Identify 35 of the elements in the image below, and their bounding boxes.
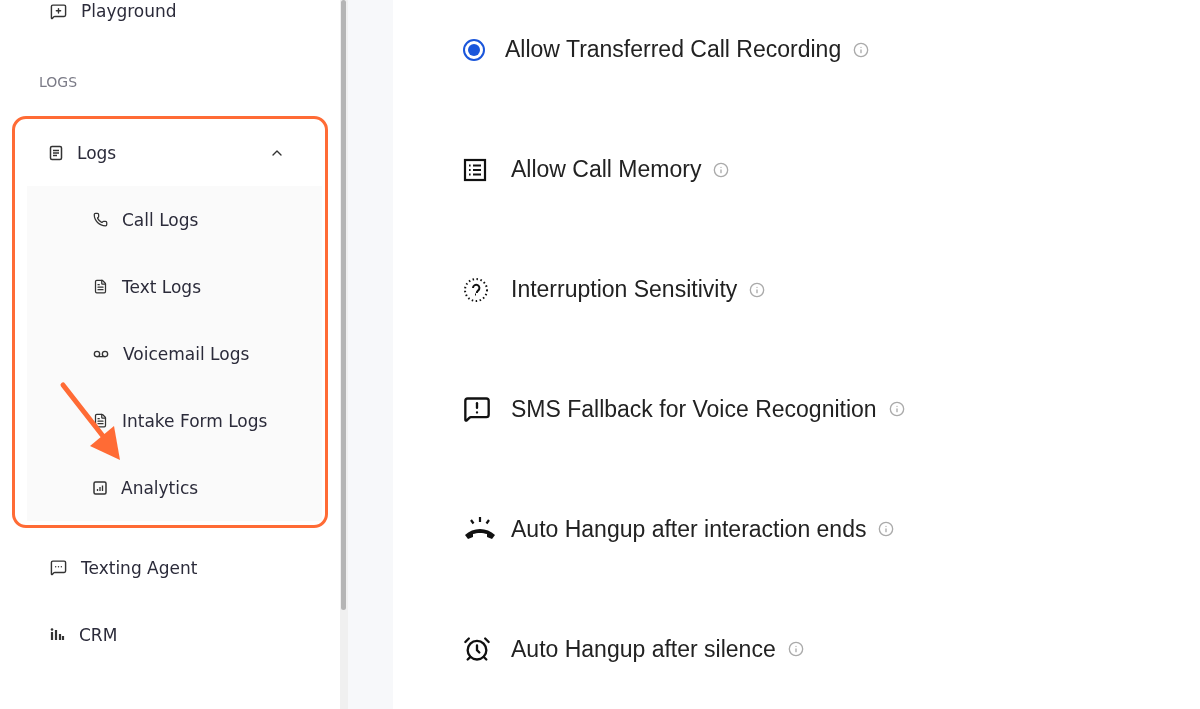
document-icon (49, 144, 63, 161)
nav-item[interactable]: Intake Form Logs (27, 387, 322, 454)
info-icon[interactable] (713, 161, 730, 178)
nav-item[interactable]: Texting Agent (0, 534, 340, 601)
alarm-clock-icon (463, 635, 491, 664)
message-alert-icon (463, 395, 491, 424)
section-header: LOGS (39, 74, 78, 90)
chart-icon (93, 480, 107, 495)
phone-icon (93, 212, 108, 227)
radio-button[interactable] (463, 38, 485, 61)
nav-item[interactable]: Voicemail Logs (27, 320, 322, 387)
document-icon (93, 413, 108, 428)
scrollbar-thumb[interactable] (341, 0, 346, 610)
nav-group[interactable]: Logs (15, 119, 325, 186)
setting-label: Interruption Sensitivity (511, 276, 738, 304)
message-dots-icon (50, 559, 67, 576)
setting-label: Allow Call Memory (511, 156, 702, 184)
info-icon[interactable] (853, 41, 870, 58)
setting-label: Auto Hangup after interaction ends (511, 515, 867, 543)
setting-label: Auto Hangup after silence (511, 635, 776, 663)
list-icon (463, 157, 487, 182)
bars-icon (50, 628, 65, 641)
info-icon[interactable] (787, 641, 804, 658)
info-icon[interactable] (749, 281, 766, 298)
nav-item[interactable]: Playground (0, 0, 340, 22)
info-icon[interactable] (888, 401, 905, 418)
setting-label: SMS Fallback for Voice Recognition (511, 395, 877, 423)
nav-item[interactable]: Analytics (27, 454, 322, 521)
setting-label: Allow Transferred Call Recording (505, 36, 842, 64)
document-icon (93, 279, 108, 294)
info-icon[interactable] (878, 521, 895, 538)
nav-item[interactable]: Call Logs (27, 186, 322, 253)
nav-item[interactable]: CRM (0, 601, 340, 668)
message-plus-icon (50, 2, 67, 20)
nav-item[interactable]: Text Logs (27, 253, 322, 320)
